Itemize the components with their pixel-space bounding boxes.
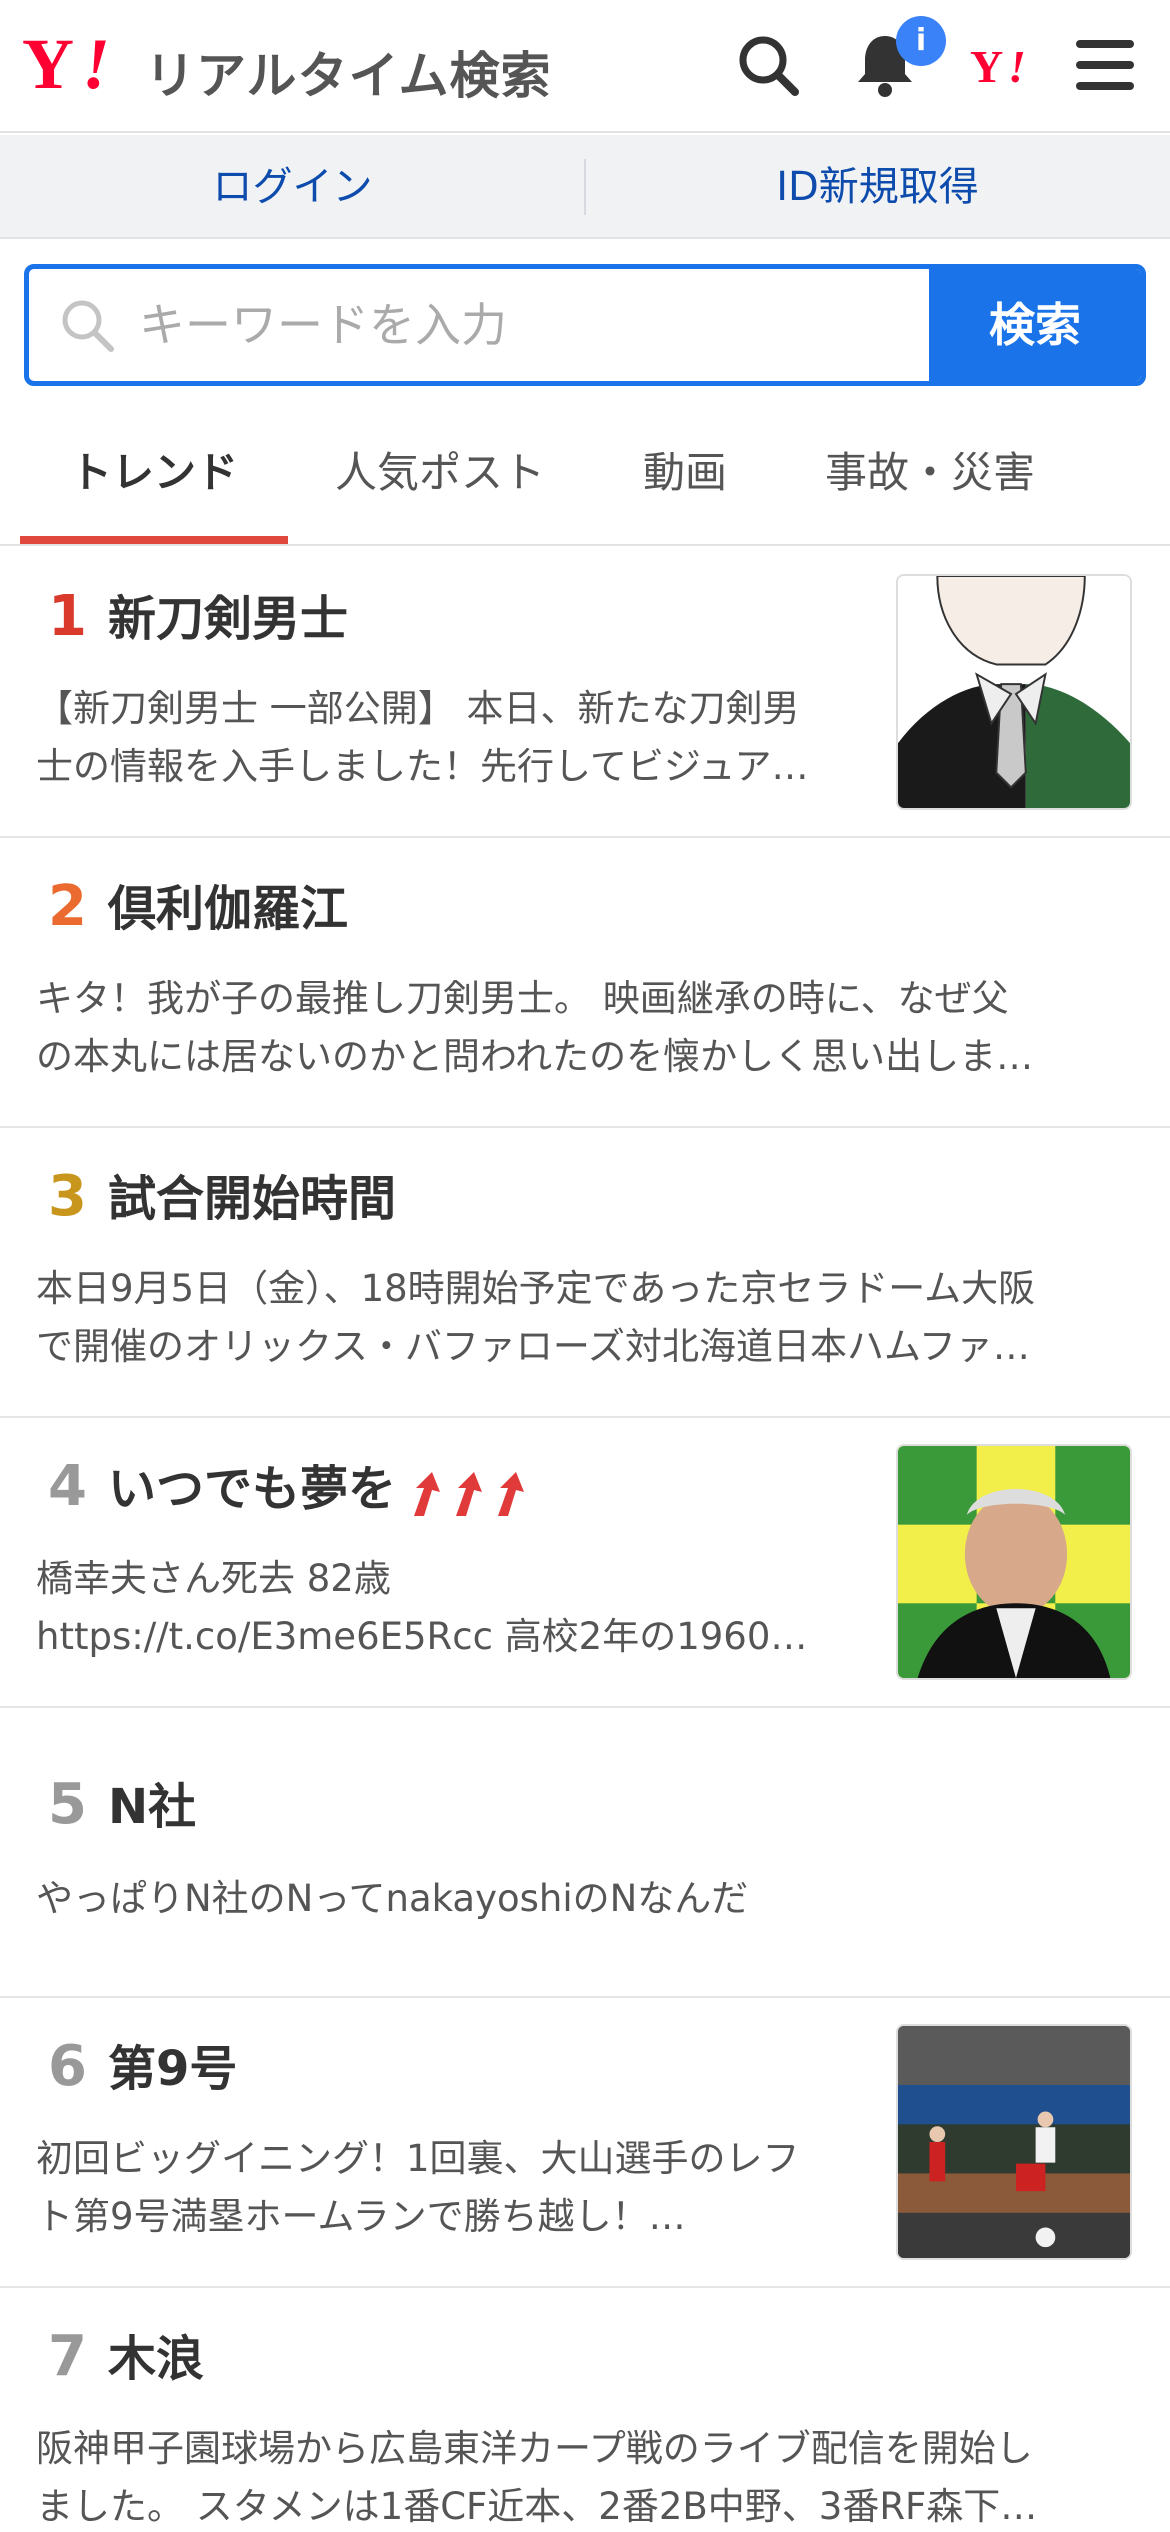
app-header: Y ! リアルタイム検索 i Y ! <box>0 0 1170 133</box>
trend-snippet-line: で開催のオリックス・バファローズ対北海道日本ハムファ… <box>36 1325 1030 1368</box>
trending-up-arrows-icon <box>414 1472 524 1516</box>
trend-snippet-line: の本丸には居ないのかと問われたのを懐かしく思い出しま… <box>36 1035 1034 1078</box>
svg-text:Y: Y <box>970 41 1003 90</box>
hamburger-menu-icon[interactable] <box>1070 30 1140 100</box>
trend-rank: 1 <box>48 584 87 649</box>
app-title: リアルタイム検索 <box>145 47 552 105</box>
yahoo-japan-icon[interactable]: Y ! <box>968 40 1044 90</box>
search-button[interactable]: 検索 <box>929 269 1141 381</box>
trend-title[interactable]: いつでも夢を <box>108 1454 396 1524</box>
tab-videos[interactable]: 動画 <box>600 408 770 546</box>
svg-text:!: ! <box>1008 41 1026 90</box>
trend-rank: 4 <box>48 1454 87 1519</box>
notification-badge: i <box>896 16 946 66</box>
trend-snippet: 初回ビッグイニング！1回裏、大山選手のレフ ト第9号満塁ホームランで勝ち越し！… <box>36 2130 856 2246</box>
trend-snippet: キタ！我が子の最推し刀剣男士。 映画継承の時に、なぜ父 の本丸には居ないのかと問… <box>36 970 1136 1086</box>
trend-snippet-line: 橋幸夫さん死去 82歳 <box>36 1557 391 1600</box>
trend-title[interactable]: 試合開始時間 <box>108 1164 396 1234</box>
yahoo-logo[interactable]: Y ! <box>22 28 142 98</box>
register-link[interactable]: ID新規取得 <box>585 135 1170 239</box>
trend-snippet: 阪神甲子園球場から広島東洋カープ戦のライブ配信を開始し ました。 スタメンは1番… <box>36 2420 1136 2532</box>
trend-snippet-line: ト第9号満塁ホームランで勝ち越し！… <box>36 2195 686 2238</box>
trend-item[interactable]: 5 N社 やっぱりN社のNってnakayoshiのNなんだ <box>0 1708 1170 1998</box>
tab-popular-posts[interactable]: 人気ポスト <box>300 408 580 546</box>
trend-list: 1 新刀剣男士 【新刀剣男士 一部公開】 本日、新たな刀剣男 士の情報を入手しま… <box>0 548 1170 2532</box>
login-link[interactable]: ログイン <box>0 135 585 239</box>
trend-snippet-line: 士の情報を入手しました！先行してビジュア… <box>36 745 809 788</box>
search-bar: 検索 <box>24 264 1146 386</box>
trend-title[interactable]: 木浪 <box>108 2324 204 2394</box>
category-tabs: トレンド 人気ポスト 動画 事故・災害 <box>0 408 1170 546</box>
trend-title[interactable]: 倶利伽羅江 <box>108 874 348 944</box>
trend-snippet: やっぱりN社のNってnakayoshiのNなんだ <box>36 1870 1136 1928</box>
trend-snippet-line: キタ！我が子の最推し刀剣男士。 映画継承の時に、なぜ父 <box>36 977 1009 1020</box>
trend-thumbnail-image[interactable] <box>896 1444 1132 1680</box>
trend-item[interactable]: 1 新刀剣男士 【新刀剣男士 一部公開】 本日、新たな刀剣男 士の情報を入手しま… <box>0 548 1170 838</box>
trend-title[interactable]: 第9号 <box>108 2034 237 2104</box>
trend-snippet-line: 【新刀剣男士 一部公開】 本日、新たな刀剣男 <box>36 687 800 730</box>
trend-snippet-line: https://t.co/E3me6E5Rcc 高校2年の1960… <box>36 1615 808 1658</box>
active-tab-indicator <box>20 536 288 544</box>
trend-title[interactable]: N社 <box>108 1772 196 1842</box>
trend-rank: 7 <box>48 2324 87 2389</box>
svg-text:Y: Y <box>22 28 74 98</box>
trend-title[interactable]: 新刀剣男士 <box>108 584 348 654</box>
trend-snippet-line: 初回ビッグイニング！1回裏、大山選手のレフ <box>36 2137 800 2180</box>
trend-item[interactable]: 2 倶利伽羅江 キタ！我が子の最推し刀剣男士。 映画継承の時に、なぜ父 の本丸に… <box>0 838 1170 1128</box>
trend-item[interactable]: 7 木浪 阪神甲子園球場から広島東洋カープ戦のライブ配信を開始し ました。 スタ… <box>0 2288 1170 2532</box>
search-icon[interactable] <box>733 30 803 100</box>
trend-snippet: 橋幸夫さん死去 82歳 https://t.co/E3me6E5Rcc 高校2年… <box>36 1550 856 1666</box>
trend-rank: 6 <box>48 2034 87 2099</box>
trend-rank: 2 <box>48 874 87 939</box>
auth-bar: ログイン ID新規取得 <box>0 135 1170 239</box>
svg-text:!: ! <box>82 28 110 98</box>
trend-rank: 3 <box>48 1164 87 1229</box>
tab-trend[interactable]: トレンド <box>20 408 288 546</box>
trend-item[interactable]: 3 試合開始時間 本日9月5日（金）、18時開始予定であった京セラドーム大阪 で… <box>0 1128 1170 1418</box>
trend-thumbnail-image[interactable] <box>896 2024 1132 2260</box>
trend-snippet-line: ました。 スタメンは1番CF近本、2番2B中野、3番RF森下… <box>36 2485 1038 2528</box>
search-input[interactable] <box>139 269 939 381</box>
trend-item[interactable]: 4 いつでも夢を 橋幸夫さん死去 82歳 https://t.co/E3me6E… <box>0 1418 1170 1708</box>
trend-thumbnail-image[interactable] <box>896 574 1132 810</box>
trend-snippet: 【新刀剣男士 一部公開】 本日、新たな刀剣男 士の情報を入手しました！先行してビ… <box>36 680 856 796</box>
trend-item[interactable]: 6 第9号 初回ビッグイニング！1回裏、大山選手のレフ ト第9号満塁ホームランで… <box>0 1998 1170 2288</box>
search-field-icon <box>62 300 114 352</box>
trend-snippet-line: やっぱりN社のNってnakayoshiのNなんだ <box>36 1877 749 1920</box>
tab-accidents-disasters[interactable]: 事故・災害 <box>790 408 1070 546</box>
trend-snippet-line: 本日9月5日（金）、18時開始予定であった京セラドーム大阪 <box>36 1267 1036 1310</box>
trend-rank: 5 <box>48 1772 87 1837</box>
trend-snippet: 本日9月5日（金）、18時開始予定であった京セラドーム大阪 で開催のオリックス・… <box>36 1260 1136 1376</box>
trend-snippet-line: 阪神甲子園球場から広島東洋カープ戦のライブ配信を開始し <box>36 2427 1033 2470</box>
